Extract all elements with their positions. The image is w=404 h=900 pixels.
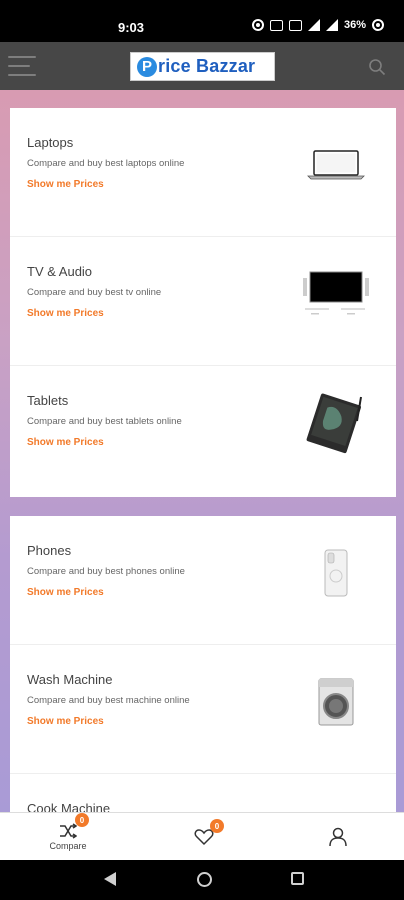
- phone-icon: [296, 538, 376, 608]
- laptop-icon: [296, 130, 376, 200]
- hotspot-icon: [251, 19, 264, 31]
- wishlist-tab[interactable]: 0: [180, 813, 228, 861]
- status-time: 9:03: [118, 20, 145, 35]
- category-row-cook-machine[interactable]: Cook Machine: [10, 774, 396, 812]
- menu-line: [8, 74, 36, 76]
- logo-badge: P: [137, 56, 157, 77]
- category-title: Laptops: [27, 135, 74, 150]
- category-description: Compare and buy best laptops online: [27, 158, 185, 169]
- compare-badge: 0: [75, 813, 89, 827]
- menu-line: [8, 56, 36, 58]
- cooker-icon: [296, 796, 376, 812]
- home-icon[interactable]: [197, 872, 212, 887]
- compare-label: Compare: [49, 841, 87, 851]
- show-prices-link[interactable]: Show me Prices: [27, 716, 104, 727]
- category-description: Compare and buy best phones online: [27, 566, 185, 577]
- status-bar: 9:03 36%: [0, 0, 404, 42]
- category-card: Laptops Compare and buy best laptops onl…: [10, 108, 396, 497]
- category-row-wash-machine[interactable]: Wash Machine Compare and buy best machin…: [10, 645, 396, 774]
- status-icons: 36%: [251, 19, 384, 31]
- signal-2-icon: [325, 19, 338, 31]
- category-card: Phones Compare and buy best phones onlin…: [10, 516, 396, 812]
- sim-icon: [288, 19, 302, 31]
- signal-icon: [307, 19, 320, 31]
- tablet-icon: [296, 388, 376, 458]
- show-prices-link[interactable]: Show me Prices: [27, 587, 104, 598]
- category-list: Laptops Compare and buy best laptops onl…: [0, 90, 404, 812]
- system-nav-bar: [0, 860, 404, 900]
- category-description: Compare and buy best tablets online: [27, 416, 182, 427]
- bottom-nav: Compare 0 0: [0, 812, 404, 860]
- category-row-phones[interactable]: Phones Compare and buy best phones onlin…: [10, 516, 396, 645]
- show-prices-link[interactable]: Show me Prices: [27, 437, 104, 448]
- compare-icon: [60, 823, 77, 839]
- compare-tab[interactable]: Compare 0: [44, 813, 92, 861]
- data-icon: [269, 19, 283, 31]
- category-row-tablets[interactable]: Tablets Compare and buy best tablets onl…: [10, 366, 396, 495]
- category-row-laptops[interactable]: Laptops Compare and buy best laptops onl…: [10, 108, 396, 237]
- category-title: TV & Audio: [27, 264, 93, 279]
- category-description: Compare and buy best machine online: [27, 695, 190, 706]
- account-tab[interactable]: [314, 813, 362, 861]
- category-title: Cook Machine: [27, 801, 111, 812]
- tv-icon: [296, 259, 376, 329]
- menu-line: [8, 65, 30, 67]
- category-description: Compare and buy best tv online: [27, 287, 162, 298]
- app-logo[interactable]: P rice Bazzar: [130, 52, 275, 81]
- search-icon[interactable]: [368, 58, 386, 76]
- recent-apps-icon[interactable]: [291, 872, 304, 885]
- back-icon[interactable]: [104, 872, 116, 886]
- show-prices-link[interactable]: Show me Prices: [27, 308, 104, 319]
- category-title: Phones: [27, 543, 72, 558]
- category-title: Wash Machine: [27, 672, 113, 687]
- logo-text: rice Bazzar: [158, 56, 256, 76]
- wishlist-badge: 0: [210, 819, 224, 833]
- battery-icon: [372, 19, 384, 31]
- show-prices-link[interactable]: Show me Prices: [27, 179, 104, 190]
- washing-machine-icon: [296, 667, 376, 737]
- menu-button[interactable]: [8, 54, 36, 78]
- category-row-tv-audio[interactable]: TV & Audio Compare and buy best tv onlin…: [10, 237, 396, 366]
- category-title: Tablets: [27, 393, 69, 408]
- user-icon: [329, 827, 347, 847]
- battery-level: 36%: [343, 19, 366, 31]
